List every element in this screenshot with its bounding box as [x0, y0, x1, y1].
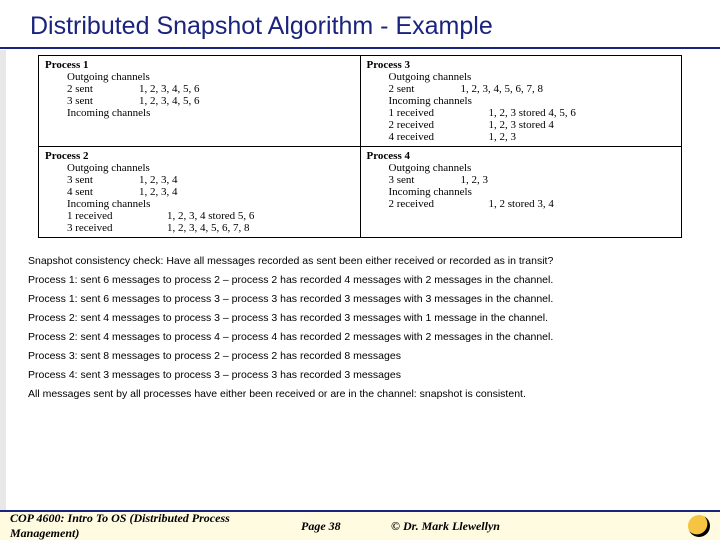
p2-in-1-vals: 1, 2, 3, 4, 5, 6, 7, 8 [167, 222, 250, 234]
p4-out-0-lab: 3 sent [389, 174, 461, 186]
notes-block: Snapshot consistency check: Have all mes… [0, 244, 720, 401]
p3-in-1-vals: 1, 2, 3 stored 4 [489, 119, 554, 131]
p3-in-0-lab: 1 received [389, 107, 489, 119]
p4-in-h: Incoming channels [367, 186, 676, 198]
p3-in-1-lab: 2 received [389, 119, 489, 131]
p1-out-1-vals: 1, 2, 3, 4, 5, 6 [139, 95, 200, 107]
p3-out-0-lab: 2 sent [389, 83, 461, 95]
p2-in-1-lab: 3 received [67, 222, 167, 234]
p4-in-0-lab: 2 received [389, 198, 489, 210]
p3-out-0-vals: 1, 2, 3, 4, 5, 6, 7, 8 [461, 83, 544, 95]
p2-out-h: Outgoing channels [45, 162, 354, 174]
p2-in-0-vals: 1, 2, 3, 4 stored 5, 6 [167, 210, 254, 222]
p1-name: Process 1 [45, 59, 88, 71]
slide-title: Distributed Snapshot Algorithm - Example [0, 0, 720, 47]
footer-page: Page 38 [301, 519, 391, 534]
p1-out-h: Outgoing channels [45, 71, 354, 83]
thumbnail-strip [0, 50, 6, 510]
process-table-wrap: Process 1 Outgoing channels 2 sent1, 2, … [0, 49, 720, 244]
note-line: Process 1: sent 6 messages to process 2 … [28, 274, 692, 286]
p4-out-h: Outgoing channels [367, 162, 676, 174]
cell-process-2: Process 2 Outgoing channels 3 sent1, 2, … [39, 147, 361, 238]
p2-out-1-lab: 4 sent [67, 186, 139, 198]
p3-in-0-vals: 1, 2, 3 stored 4, 5, 6 [489, 107, 576, 119]
p2-name: Process 2 [45, 150, 88, 162]
p2-out-0-lab: 3 sent [67, 174, 139, 186]
p2-in-0-lab: 1 received [67, 210, 167, 222]
p2-in-h: Incoming channels [45, 198, 354, 210]
p4-name: Process 4 [367, 150, 410, 162]
p2-out-1-vals: 1, 2, 3, 4 [139, 186, 178, 198]
p3-in-2-vals: 1, 2, 3 [489, 131, 517, 143]
cell-process-4: Process 4 Outgoing channels 3 sent1, 2, … [360, 147, 682, 238]
p3-name: Process 3 [367, 59, 410, 71]
note-line: All messages sent by all processes have … [28, 388, 692, 400]
p3-in-h: Incoming channels [367, 95, 676, 107]
note-line: Snapshot consistency check: Have all mes… [28, 255, 692, 267]
p1-out-0-vals: 1, 2, 3, 4, 5, 6 [139, 83, 200, 95]
p4-in-0-vals: 1, 2 stored 3, 4 [489, 198, 554, 210]
p3-out-h: Outgoing channels [367, 71, 676, 83]
cell-process-1: Process 1 Outgoing channels 2 sent1, 2, … [39, 56, 361, 147]
footer-course: COP 4600: Intro To OS (Distributed Proce… [10, 511, 301, 541]
p1-out-0-lab: 2 sent [67, 83, 139, 95]
note-line: Process 2: sent 4 messages to process 3 … [28, 312, 692, 324]
note-line: Process 2: sent 4 messages to process 4 … [28, 331, 692, 343]
p4-out-0-vals: 1, 2, 3 [461, 174, 489, 186]
p1-out-1-lab: 3 sent [67, 95, 139, 107]
footer-copyright: © Dr. Mark Llewellyn [391, 519, 682, 534]
note-line: Process 1: sent 6 messages to process 3 … [28, 293, 692, 305]
p1-in-h: Incoming channels [45, 107, 354, 119]
note-line: Process 4: sent 3 messages to process 3 … [28, 369, 692, 381]
note-line: Process 3: sent 8 messages to process 2 … [28, 350, 692, 362]
slide-footer: COP 4600: Intro To OS (Distributed Proce… [0, 510, 720, 540]
cell-process-3: Process 3 Outgoing channels 2 sent1, 2, … [360, 56, 682, 147]
p3-in-2-lab: 4 received [389, 131, 489, 143]
p2-out-0-vals: 1, 2, 3, 4 [139, 174, 178, 186]
process-table: Process 1 Outgoing channels 2 sent1, 2, … [38, 55, 682, 238]
ucf-logo-icon [688, 515, 710, 537]
